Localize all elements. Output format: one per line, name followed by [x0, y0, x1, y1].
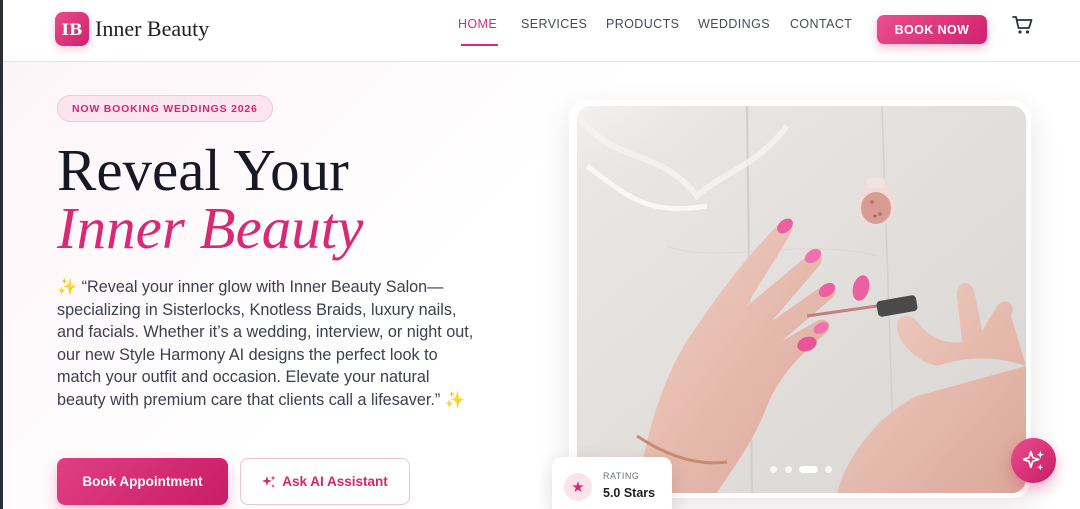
ai-chat-fab[interactable]	[1011, 438, 1056, 483]
hero-image-nail-polish	[577, 106, 1026, 493]
sparkle-icon: ✨	[444, 390, 465, 409]
carousel-dot-3-active[interactable]	[799, 466, 818, 473]
nav-active-indicator	[461, 44, 498, 46]
sparkles-icon	[1022, 450, 1044, 470]
carousel-dot-1[interactable]	[770, 466, 777, 473]
nav-home[interactable]: HOME	[458, 17, 497, 31]
rating-label: RATING	[603, 471, 640, 481]
nav-contact[interactable]: CONTACT	[790, 17, 852, 31]
sparkles-icon	[262, 475, 276, 488]
hero-title-accent: Inner Beauty	[57, 195, 364, 261]
nav-weddings[interactable]: WEDDINGS	[698, 17, 770, 31]
ask-ai-assistant-button[interactable]: Ask AI Assistant	[240, 458, 410, 505]
carousel-dot-4[interactable]	[825, 466, 832, 473]
rating-card: ★ RATING 5.0 Stars	[552, 457, 672, 509]
nav-services[interactable]: SERVICES	[521, 17, 587, 31]
sparkle-icon: ✨	[57, 278, 78, 296]
page: IB Inner Beauty HOME SERVICES PRODUCTS W…	[3, 0, 1080, 509]
star-icon: ★	[564, 473, 592, 501]
wedding-booking-pill: NOW BOOKING WEDDINGS 2026	[57, 95, 273, 122]
hero-description: ✨ “Reveal your inner glow with Inner Bea…	[57, 276, 477, 412]
cart-icon[interactable]	[1012, 15, 1034, 35]
nav-products[interactable]: PRODUCTS	[606, 17, 679, 31]
carousel-dot-2[interactable]	[785, 466, 792, 473]
book-appointment-button[interactable]: Book Appointment	[57, 458, 228, 505]
hero-description-text: “Reveal your inner glow with Inner Beaut…	[57, 278, 474, 409]
logo-text[interactable]: Inner Beauty	[95, 16, 209, 42]
rating-value: 5.0 Stars	[603, 486, 656, 500]
ask-ai-assistant-label: Ask AI Assistant	[282, 474, 388, 489]
site-header: IB Inner Beauty HOME SERVICES PRODUCTS W…	[3, 0, 1080, 62]
nail-painting-illustration	[577, 106, 1026, 493]
book-now-button[interactable]: BOOK NOW	[877, 15, 987, 44]
logo-badge[interactable]: IB	[55, 12, 89, 46]
hero-title: Reveal Your	[57, 137, 349, 203]
